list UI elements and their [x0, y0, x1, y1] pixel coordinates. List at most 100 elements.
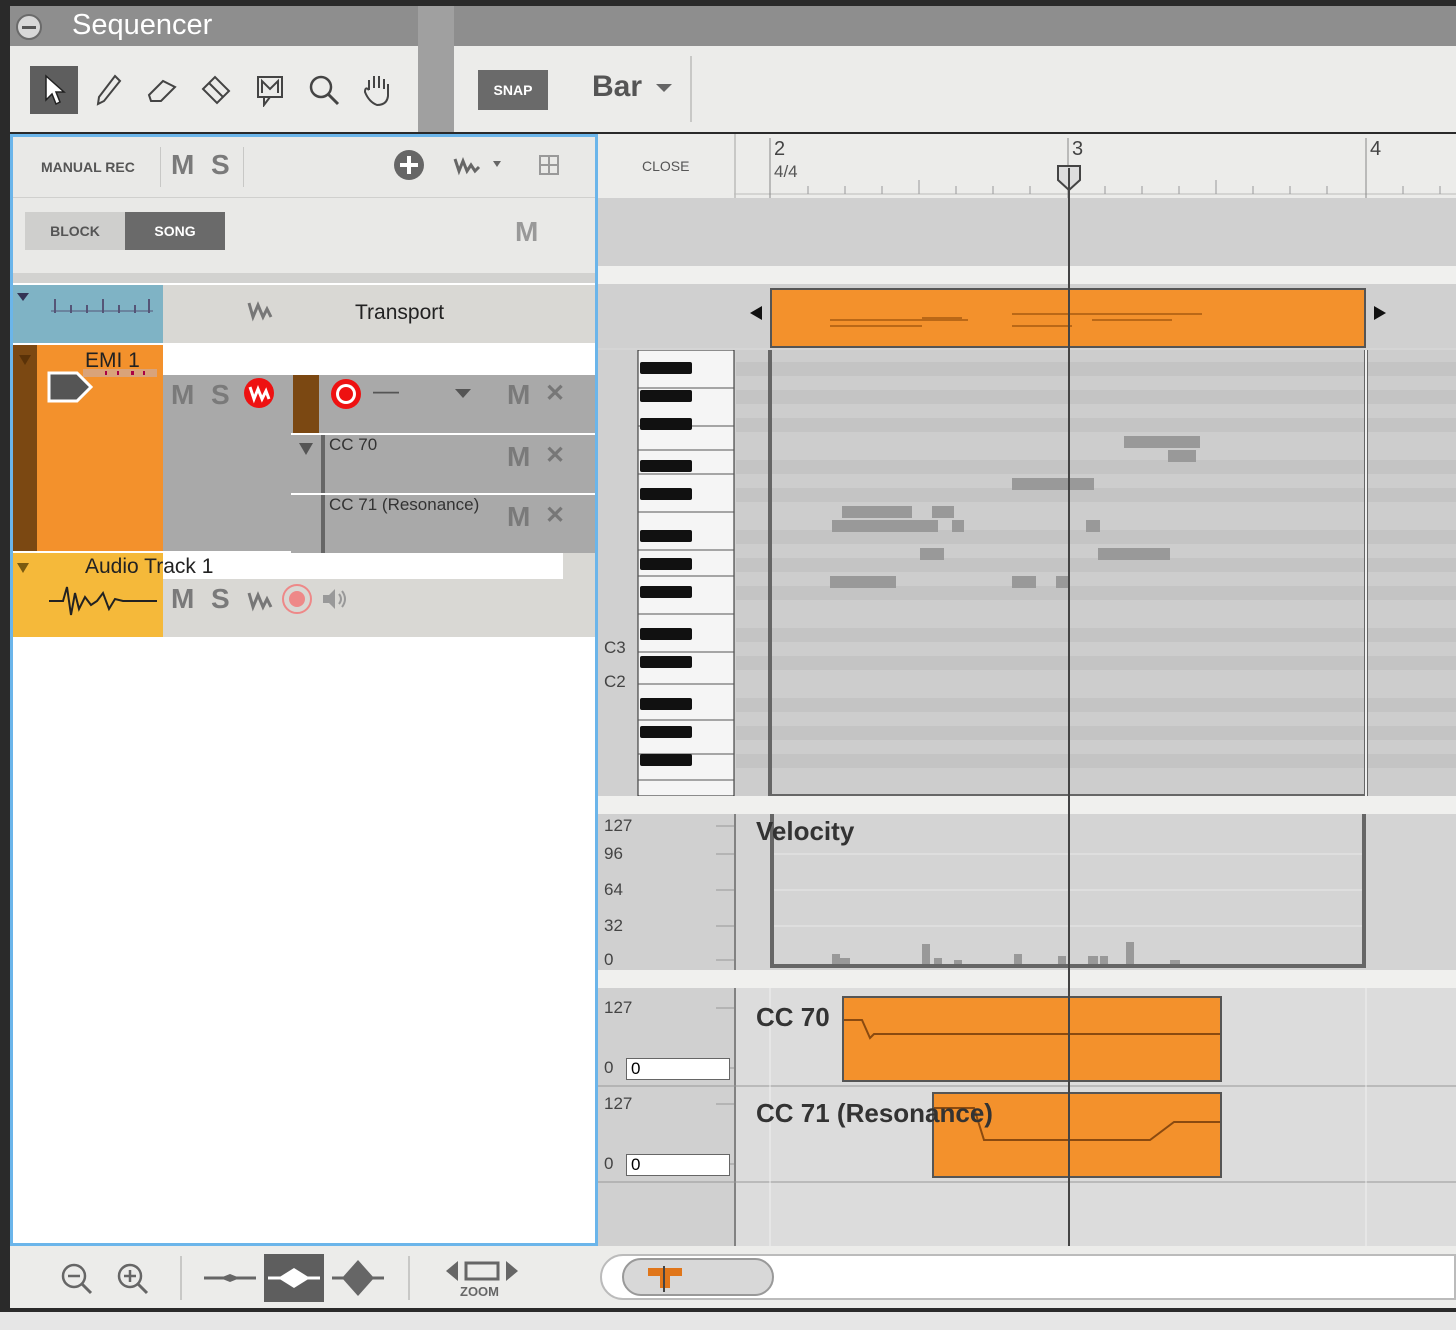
chevron-down-icon[interactable]: [455, 389, 471, 398]
add-track-icon[interactable]: [393, 149, 425, 186]
manual-rec-button[interactable]: MANUAL REC: [41, 159, 135, 175]
loop-right-icon[interactable]: [1374, 306, 1386, 320]
block-button[interactable]: BLOCK: [25, 212, 125, 250]
title-bar: Sequencer: [10, 6, 1456, 46]
transport-thumbnail: [13, 285, 163, 343]
piano-roll-grid[interactable]: [736, 342, 1456, 798]
clip-lane: [598, 284, 1456, 348]
razor-icon[interactable]: [192, 66, 240, 114]
cc71-value-field[interactable]: 0: [626, 1154, 730, 1176]
transport-lane: [598, 198, 1456, 266]
song-button[interactable]: SONG: [125, 212, 225, 250]
pencil-icon[interactable]: [84, 66, 132, 114]
cc70-max: 127: [604, 998, 633, 1017]
lane-color-strip: [293, 375, 319, 433]
tool-palette: [10, 46, 418, 132]
solo-all-button[interactable]: S: [211, 149, 230, 181]
snap-button[interactable]: SNAP: [478, 70, 548, 110]
lane-height-large-icon[interactable]: [330, 1258, 386, 1303]
track-name-transport: Transport: [355, 301, 445, 324]
solo-button[interactable]: S: [211, 379, 230, 411]
zoom-in-icon[interactable]: [116, 1262, 150, 1301]
cc-lanes: 127 0 0 CC 70 127 0 0 CC 71 (Resonance): [598, 988, 1456, 1246]
divider: [243, 147, 244, 187]
view-mode-bar: BLOCK SONG M: [13, 197, 595, 274]
automation-menu-icon[interactable]: [453, 153, 509, 182]
grid-value: Bar: [592, 70, 643, 103]
collapse-icon[interactable]: [16, 14, 42, 40]
automation-icon[interactable]: [247, 297, 273, 328]
mute-all-button[interactable]: M: [171, 149, 194, 181]
lane-height-small-icon[interactable]: [202, 1262, 258, 1299]
automation-enabled-icon[interactable]: [243, 377, 275, 414]
piano-keyboard[interactable]: C3: [598, 349, 736, 797]
song-overview-scrollbar[interactable]: [600, 1254, 1456, 1300]
lane-mute-button[interactable]: M: [507, 441, 530, 473]
lane-name: CC 70: [329, 435, 378, 454]
speaker-icon[interactable]: [321, 587, 349, 616]
eraser-icon[interactable]: [138, 66, 186, 114]
snap-toolbar: SNAP Bar: [454, 46, 1456, 132]
emi-label-strip: [163, 345, 595, 375]
mute-button[interactable]: M: [171, 379, 194, 411]
delete-lane-icon[interactable]: ✕: [545, 441, 565, 470]
divider: [408, 1256, 410, 1300]
toolbar-divider: [418, 6, 454, 132]
lane-select-value[interactable]: —: [373, 375, 399, 406]
loop-left-icon[interactable]: [750, 306, 762, 320]
spacer: [13, 273, 595, 283]
note-label: C2: [604, 672, 626, 691]
status-strip: [0, 1312, 1456, 1330]
toolbar-separator: [690, 56, 692, 122]
grid-select[interactable]: Bar: [592, 70, 673, 104]
lane-indent: [321, 495, 325, 553]
timeline-ruler[interactable]: CLOSE 2 4/4 3 4: [598, 134, 1456, 198]
record-enable-icon[interactable]: [329, 377, 363, 416]
grid-icon[interactable]: [539, 155, 559, 180]
scroll-thumb[interactable]: [622, 1258, 774, 1296]
window-title: Sequencer: [72, 9, 213, 41]
note-label: C3: [604, 638, 626, 657]
velocity-lane[interactable]: 127 96 64 32 0 Velocity: [598, 814, 1456, 970]
zoom-label: ZOOM: [460, 1284, 499, 1299]
audio-label-strip: [163, 553, 563, 579]
emi-track[interactable]: EMI 1 M S — M ✕ CC 70 M ✕ CC 71 (Resonan…: [13, 345, 595, 553]
record-enable-icon[interactable]: [281, 583, 313, 620]
cc71-title: CC 71 (Resonance): [756, 1098, 993, 1128]
track-list-panel: MANUAL REC M S BLOCK SONG M Transport EM…: [10, 134, 598, 1246]
cc70-clip[interactable]: [842, 996, 1222, 1082]
delete-lane-icon[interactable]: ✕: [545, 501, 565, 530]
audio-track[interactable]: Audio Track 1 M S: [13, 553, 595, 637]
divider: [160, 147, 161, 187]
bottom-toolbar: ZOOM: [10, 1246, 1456, 1308]
mute-button[interactable]: M: [171, 583, 194, 615]
lane-name: CC 71 (Resonance): [329, 495, 480, 514]
lane-separator: [598, 970, 1456, 988]
lane-indent: [321, 435, 325, 493]
sequencer-editor: CLOSE 2 4/4 3 4 C3 C2 127 96 64 32 0 Vel…: [598, 134, 1456, 1246]
delete-lane-icon[interactable]: ✕: [545, 379, 565, 408]
mute-tool-icon[interactable]: [246, 66, 294, 114]
transport-track[interactable]: Transport: [13, 285, 595, 343]
lane-mute-button[interactable]: M: [507, 379, 530, 411]
zoom-out-icon[interactable]: [60, 1262, 94, 1301]
chevron-down-icon: [656, 84, 673, 93]
lane-row[interactable]: CC 70 M ✕: [291, 433, 595, 493]
pointer-icon[interactable]: [30, 66, 78, 114]
lane-separator: [598, 796, 1456, 814]
hand-icon[interactable]: [354, 66, 402, 114]
track-name-emi: EMI 1: [85, 349, 140, 372]
solo-button[interactable]: S: [211, 583, 230, 615]
cc70-value-field[interactable]: 0: [626, 1058, 730, 1080]
magnifier-icon[interactable]: [300, 66, 348, 114]
lane-row[interactable]: CC 71 (Resonance) M ✕: [291, 493, 595, 553]
mute-m-button[interactable]: M: [515, 216, 538, 248]
collapse-triangle-icon[interactable]: [299, 443, 313, 455]
automation-icon[interactable]: [247, 587, 273, 618]
cc70-title: CC 70: [756, 1002, 830, 1032]
playhead-line: [1068, 168, 1070, 1246]
lane-height-medium-icon[interactable]: [264, 1254, 324, 1302]
velocity-title: Velocity: [756, 816, 855, 846]
track-list-header: MANUAL REC M S: [13, 137, 595, 197]
lane-mute-button[interactable]: M: [507, 501, 530, 533]
